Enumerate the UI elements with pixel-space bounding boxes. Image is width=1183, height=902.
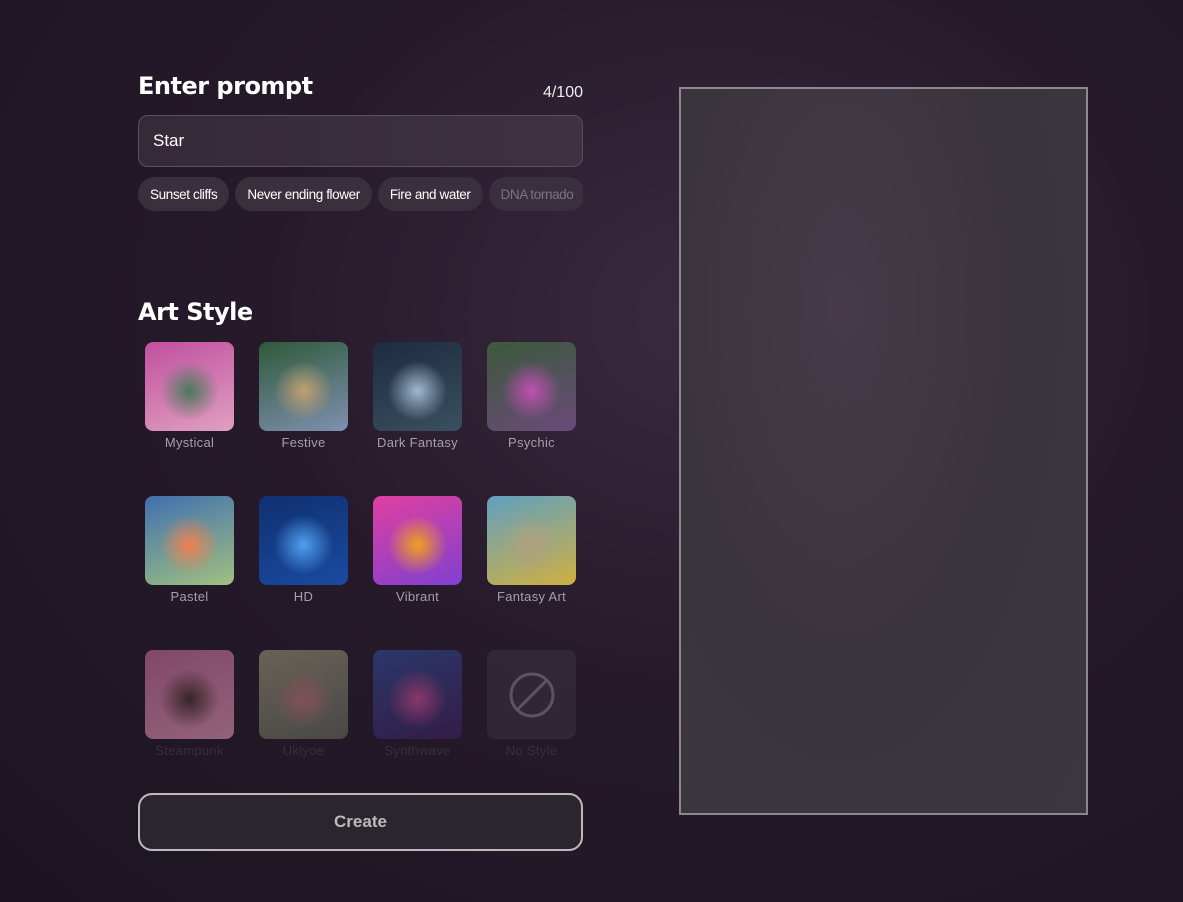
no-style-icon	[487, 650, 576, 739]
suggestion-chip[interactable]: Never ending flower	[235, 177, 372, 211]
style-option-psychic[interactable]: Psychic	[487, 342, 576, 450]
create-button[interactable]: Create	[138, 793, 583, 851]
style-label: Ukiyoe	[282, 743, 325, 758]
style-label: Psychic	[508, 435, 555, 450]
style-option-ukiyoe[interactable]: Ukiyoe	[259, 650, 348, 758]
style-thumbnail	[145, 496, 234, 585]
style-option-vibrant[interactable]: Vibrant	[373, 496, 462, 604]
style-thumbnail	[373, 650, 462, 739]
style-thumbnail	[373, 496, 462, 585]
style-thumbnail	[259, 650, 348, 739]
prompt-heading: Enter prompt	[138, 72, 313, 100]
style-option-pastel[interactable]: Pastel	[145, 496, 234, 604]
style-label: Pastel	[170, 589, 209, 604]
style-thumbnail	[259, 342, 348, 431]
style-thumbnail	[373, 342, 462, 431]
style-option-synthwave[interactable]: Synthwave	[373, 650, 462, 758]
style-thumbnail	[487, 342, 576, 431]
style-option-dark-fantasy[interactable]: Dark Fantasy	[373, 342, 462, 450]
style-option-mystical[interactable]: Mystical	[145, 342, 234, 450]
prompt-input[interactable]	[138, 115, 583, 167]
style-option-hd[interactable]: HD	[259, 496, 348, 604]
style-label: Mystical	[164, 435, 215, 450]
suggestion-chip[interactable]: DNA tornado	[488, 177, 583, 211]
style-label: Dark Fantasy	[377, 435, 458, 450]
style-label: Fantasy Art	[496, 589, 567, 604]
style-option-festive[interactable]: Festive	[259, 342, 348, 450]
style-option-no-style[interactable]: No Style	[487, 650, 576, 758]
art-style-grid: Mystical Festive Dark Fantasy Psychic Pastel…	[145, 342, 576, 758]
suggestion-chip[interactable]: Sunset cliffs	[138, 177, 230, 211]
style-option-fantasy-art[interactable]: Fantasy Art	[487, 496, 576, 604]
image-preview-canvas	[679, 87, 1088, 815]
style-option-steampunk[interactable]: Steampunk	[145, 650, 234, 758]
style-label: HD	[293, 589, 314, 604]
style-label: Vibrant	[395, 589, 440, 604]
art-style-heading: Art Style	[138, 298, 253, 326]
style-label: Synthwave	[384, 743, 451, 758]
style-label: No Style	[505, 743, 558, 758]
style-thumbnail	[145, 650, 234, 739]
style-label: Steampunk	[155, 743, 224, 758]
style-label: Festive	[281, 435, 326, 450]
character-counter: 4/100	[542, 84, 583, 101]
style-thumbnail	[259, 496, 348, 585]
suggestion-chip[interactable]: Fire and water	[377, 177, 483, 211]
prompt-suggestions: Sunset cliffs Never ending flower Fire a…	[138, 177, 583, 211]
style-thumbnail	[487, 496, 576, 585]
style-thumbnail	[145, 342, 234, 431]
